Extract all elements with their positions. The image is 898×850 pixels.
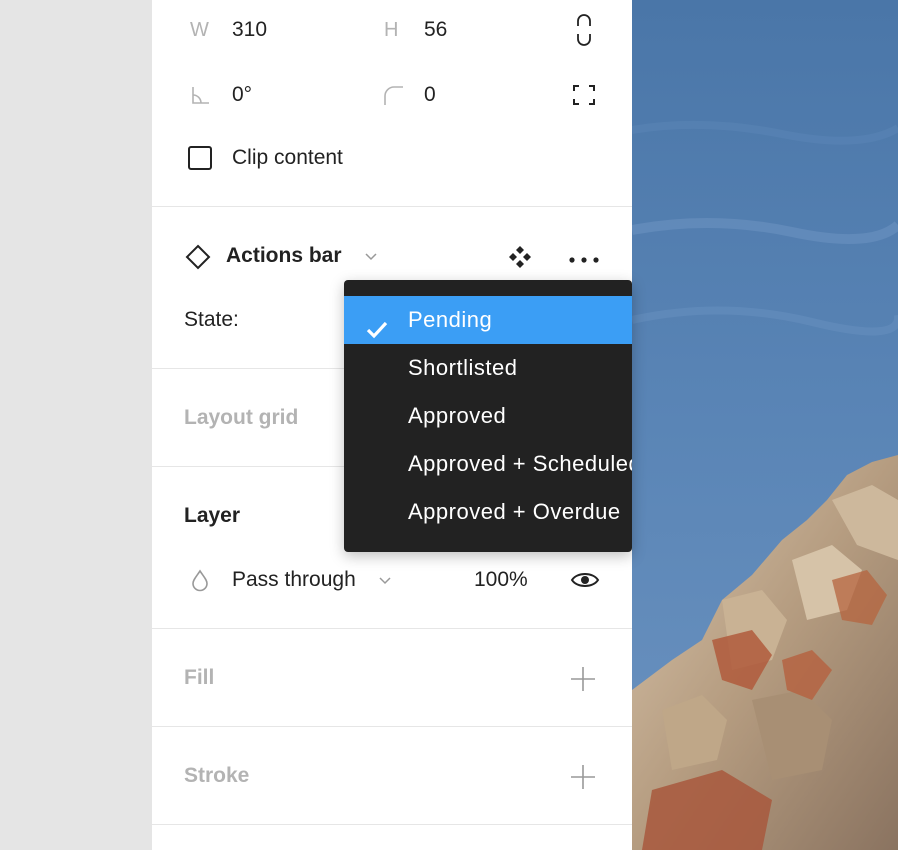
dropdown-item-label: Approved <box>408 403 507 428</box>
add-fill-icon[interactable] <box>570 666 596 697</box>
clip-content-label: Clip content <box>232 146 343 169</box>
chevron-down-icon[interactable] <box>378 574 392 592</box>
more-options-icon[interactable] <box>568 252 600 270</box>
corner-radius-icon <box>382 84 404 111</box>
independent-corners-icon[interactable] <box>572 84 596 111</box>
opacity-input[interactable]: 100% <box>474 568 528 592</box>
component-name[interactable]: Actions bar <box>226 244 342 268</box>
height-label: H <box>384 19 399 41</box>
stroke-title: Stroke <box>184 764 250 787</box>
dropdown-item-approved-scheduled[interactable]: Approved + Scheduled <box>344 440 632 488</box>
eye-icon[interactable] <box>570 570 600 595</box>
blend-mode-select[interactable]: Pass through <box>232 568 356 592</box>
component-instance-icon <box>185 244 211 275</box>
fill-title: Fill <box>184 666 215 689</box>
rotation-icon <box>190 84 212 111</box>
divider <box>152 824 632 825</box>
add-stroke-icon[interactable] <box>570 764 596 795</box>
rotation-input[interactable]: 0° <box>232 83 252 107</box>
layout-grid-title: Layout grid <box>184 406 299 429</box>
dropdown-item-label: Shortlisted <box>408 355 518 380</box>
layer-title: Layer <box>184 504 241 527</box>
dropdown-item-label: Approved + Overdue <box>408 499 621 524</box>
width-label: W <box>190 19 209 41</box>
dropdown-item-approved[interactable]: Approved <box>344 392 632 440</box>
divider <box>152 206 632 207</box>
width-input[interactable]: 310 <box>232 18 267 42</box>
canvas-background-image <box>632 0 898 850</box>
height-input[interactable]: 56 <box>424 18 447 42</box>
chevron-down-icon[interactable] <box>364 250 378 268</box>
constrain-proportions-icon[interactable] <box>574 14 594 51</box>
clip-content-checkbox[interactable] <box>188 146 212 170</box>
canvas-strip <box>0 0 152 850</box>
dropdown-item-label: Pending <box>408 307 493 332</box>
corner-radius-input[interactable]: 0 <box>424 83 436 107</box>
divider <box>152 726 632 727</box>
state-label: State: <box>184 308 239 331</box>
state-dropdown-menu: Pending Shortlisted Approved Approved + … <box>344 280 632 552</box>
blend-mode-icon <box>190 568 210 597</box>
dropdown-item-pending[interactable]: Pending <box>344 296 632 344</box>
dropdown-item-shortlisted[interactable]: Shortlisted <box>344 344 632 392</box>
go-to-main-component-icon[interactable] <box>507 244 533 275</box>
dropdown-item-label: Approved + Scheduled <box>408 451 632 476</box>
divider <box>152 628 632 629</box>
dropdown-item-approved-overdue[interactable]: Approved + Overdue <box>344 488 632 536</box>
